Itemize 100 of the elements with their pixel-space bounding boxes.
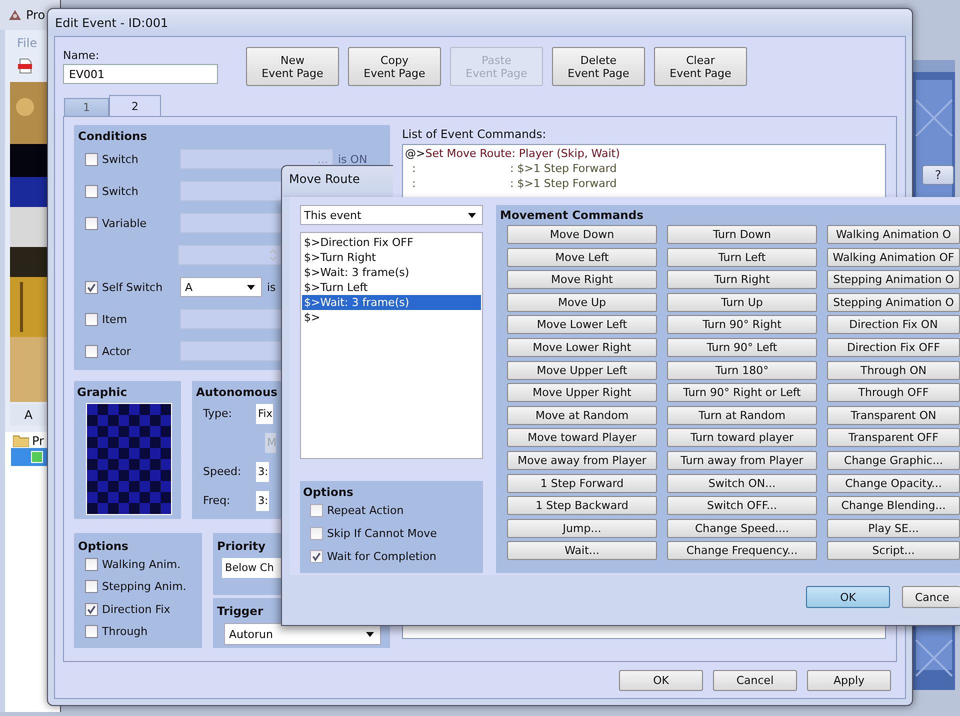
checkbox[interactable] — [310, 550, 323, 563]
trigger-dropdown[interactable]: Autorun — [224, 623, 381, 645]
movement-command-button[interactable]: Turn 90° Left — [667, 338, 817, 357]
tree-item[interactable]: Pr — [32, 434, 44, 448]
movement-command-button[interactable]: Move Lower Right — [507, 338, 657, 357]
checkbox[interactable] — [85, 580, 98, 594]
movement-command-button[interactable]: Move away from Player — [507, 450, 657, 470]
movement-command-button[interactable]: Change Speed.... — [667, 518, 817, 538]
ok-button[interactable]: OK — [806, 586, 890, 608]
checkbox[interactable] — [85, 152, 98, 166]
event-page-button[interactable]: Delete Event Page — [552, 47, 645, 86]
movement-command-button[interactable]: Move toward Player — [507, 428, 657, 448]
movement-command-button[interactable]: Stepping Animation O — [827, 270, 960, 290]
dialog-button[interactable]: OK — [619, 670, 703, 691]
target-dropdown[interactable]: This event — [300, 205, 483, 225]
dropdown-arrow-icon — [468, 212, 476, 218]
command-marker: @> — [405, 147, 426, 160]
movement-command-button[interactable]: Transparent OFF — [827, 428, 960, 448]
checkbox[interactable] — [310, 527, 323, 540]
name-field[interactable]: EV001 — [63, 64, 218, 84]
movement-command-button[interactable]: Move Down — [507, 225, 657, 244]
checkbox[interactable] — [85, 312, 98, 326]
checkbox[interactable] — [85, 558, 98, 571]
command-text[interactable]: : $>1 Step Forward — [510, 162, 617, 175]
speed-dropdown[interactable]: 3: — [256, 462, 270, 482]
checkbox[interactable] — [85, 280, 98, 294]
type-dropdown[interactable]: Fix — [256, 404, 274, 424]
tileset-tab[interactable]: A — [10, 404, 47, 426]
movement-command-button[interactable]: Switch ON... — [667, 474, 817, 493]
movement-command-button[interactable]: Script... — [827, 541, 960, 560]
movement-command-button[interactable]: Stepping Animation O — [827, 292, 960, 312]
checkbox[interactable] — [85, 602, 98, 616]
dialog-button[interactable]: Cancel — [713, 670, 797, 691]
movement-command-button[interactable]: Walking Animation OF — [827, 248, 960, 267]
command-text[interactable]: : $>1 Step Forward — [510, 177, 617, 190]
movement-command-button[interactable]: Through OFF — [827, 383, 960, 402]
selected-tree-row[interactable] — [11, 448, 47, 466]
movement-command-button[interactable]: Change Frequency... — [667, 541, 817, 560]
self-switch-dropdown[interactable]: A — [180, 277, 262, 297]
condition-field[interactable] — [180, 181, 284, 201]
movement-command-button[interactable]: Turn 90° Right — [667, 315, 817, 334]
movement-command-button[interactable]: Move Up — [507, 292, 657, 312]
number-spinner[interactable] — [178, 245, 282, 265]
checkbox[interactable] — [85, 184, 98, 198]
checkbox[interactable] — [85, 216, 98, 230]
cut-off-button[interactable]: Cance — [902, 586, 960, 608]
freq-dropdown[interactable]: 3: — [256, 490, 270, 510]
movement-command-button[interactable]: Move Lower Left — [507, 315, 657, 334]
movement-command-button[interactable]: Direction Fix ON — [827, 315, 960, 334]
checkbox[interactable] — [85, 625, 98, 638]
movement-command-button[interactable]: Move Upper Left — [507, 360, 657, 380]
movement-command-button[interactable]: 1 Step Backward — [507, 496, 657, 516]
new-file-icon[interactable] — [17, 58, 33, 74]
movement-command-button[interactable]: Turn Right — [667, 270, 817, 290]
event-page-button[interactable]: Clear Event Page — [654, 47, 747, 86]
route-item[interactable]: $>Wait: 3 frame(s) — [302, 295, 481, 310]
route-item[interactable]: $> — [302, 310, 481, 325]
movement-command-button[interactable]: Turn 180° — [667, 360, 817, 380]
help-button[interactable]: ? — [922, 165, 954, 185]
movement-command-button[interactable]: Switch OFF... — [667, 496, 817, 516]
event-page-button[interactable]: New Event Page — [246, 47, 339, 86]
group-title: Graphic — [77, 385, 128, 399]
movement-command-button[interactable]: Turn 90° Right or Left — [667, 383, 817, 402]
movement-command-button[interactable]: Change Opacity... — [827, 474, 960, 493]
route-item[interactable]: $>Direction Fix OFF — [302, 235, 481, 250]
route-item[interactable]: $>Wait: 3 frame(s) — [302, 265, 481, 280]
movement-command-button[interactable]: Change Graphic... — [827, 450, 960, 470]
movement-command-button[interactable]: Move Right — [507, 270, 657, 290]
movement-command-button[interactable]: Turn toward player — [667, 428, 817, 448]
movement-command-button[interactable]: Move Left — [507, 248, 657, 267]
movement-command-button[interactable]: Direction Fix OFF — [827, 338, 960, 357]
command-text[interactable]: Set Move Route: Player (Skip, Wait) — [425, 147, 620, 160]
movement-command-button[interactable]: Turn away from Player — [667, 450, 817, 470]
movement-command-button[interactable]: 1 Step Forward — [507, 474, 657, 493]
condition-field[interactable] — [180, 341, 284, 361]
movement-command-button[interactable]: Move at Random — [507, 406, 657, 425]
movement-command-button[interactable]: Turn Down — [667, 225, 817, 244]
condition-field[interactable] — [180, 213, 284, 233]
movement-command-button[interactable]: Transparent ON — [827, 406, 960, 425]
page-tab[interactable]: 1 — [64, 98, 109, 116]
movement-command-button[interactable]: Change Blending... — [827, 496, 960, 516]
graphic-preview[interactable] — [86, 403, 172, 515]
condition-field[interactable] — [180, 309, 284, 329]
movement-command-button[interactable]: Move Upper Right — [507, 383, 657, 402]
movement-command-button[interactable]: Walking Animation O — [827, 225, 960, 244]
checkbox[interactable] — [85, 344, 98, 358]
checkbox[interactable] — [310, 504, 323, 517]
movement-command-button[interactable]: Turn Up — [667, 292, 817, 312]
movement-command-button[interactable]: Jump... — [507, 518, 657, 538]
priority-dropdown[interactable]: Below Ch — [222, 558, 283, 578]
movement-command-button[interactable]: Wait... — [507, 541, 657, 560]
movement-command-button[interactable]: Play SE... — [827, 518, 960, 538]
route-item[interactable]: $>Turn Right — [302, 250, 481, 265]
page-tab[interactable]: 2 — [109, 95, 161, 116]
dialog-button[interactable]: Apply — [807, 670, 891, 691]
event-page-button[interactable]: Copy Event Page — [348, 47, 441, 86]
movement-command-button[interactable]: Through ON — [827, 360, 960, 380]
movement-command-button[interactable]: Turn Left — [667, 248, 817, 267]
route-item[interactable]: $>Turn Left — [302, 280, 481, 295]
movement-command-button[interactable]: Turn at Random — [667, 406, 817, 425]
